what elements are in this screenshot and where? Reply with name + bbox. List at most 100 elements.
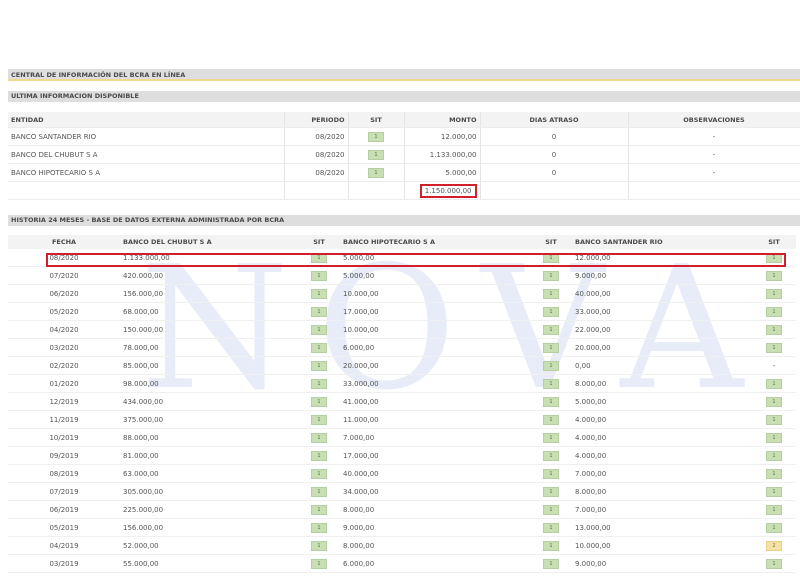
sit-badge: 1 (766, 486, 782, 497)
hipotecario-monto-cell: 17.000,00 (340, 302, 530, 321)
chubut-sit-cell: 1 (298, 410, 340, 429)
fecha-cell: 05/2020 (8, 302, 120, 321)
santander-sit-cell: 1 (752, 302, 796, 321)
hipotecario-sit-cell: 1 (530, 428, 572, 447)
history-row: 07/2020 420.000,00 1 5.000,00 1 9.000,00 1 (8, 266, 796, 285)
col-banco-hipotecario: BANCO HIPOTECARIO S A (340, 235, 530, 249)
hipotecario-sit-cell: 1 (530, 446, 572, 465)
empty-cell (284, 181, 349, 200)
sit-badge: 1 (766, 378, 782, 389)
fecha-cell: 05/2019 (8, 518, 120, 537)
hipotecario-sit-cell: 1 (530, 464, 572, 483)
sit-badge: 1 (311, 450, 327, 461)
sit-badge: 1 (311, 558, 327, 569)
chubut-monto-cell: 52.000,00 (120, 536, 298, 555)
summary-table: ENTIDAD PERIODO SIT MONTO DIAS ATRASO OB… (8, 112, 800, 200)
santander-sit-cell: 1 (752, 284, 796, 303)
chubut-sit-cell: 1 (298, 302, 340, 321)
santander-monto-cell: 22.000,00 (572, 320, 752, 339)
santander-sit-cell: 1 (752, 374, 796, 393)
chubut-monto-cell: 434.000,00 (120, 392, 298, 411)
report-title: CENTRAL DE INFORMACIÓN DEL BCRA EN LÍNEA (8, 69, 800, 81)
sit-badge: 1 (766, 450, 782, 461)
santander-monto-cell: 40.000,00 (572, 284, 752, 303)
monto-cell: 5.000,00 (404, 163, 481, 182)
observaciones-cell: - (628, 145, 800, 164)
hipotecario-monto-cell: 10.000,00 (340, 320, 530, 339)
history-row: 07/2019 305.000,00 1 34.000,00 1 8.000,00 1 (8, 482, 796, 501)
periodo-cell: 08/2020 (284, 145, 349, 164)
sit-badge: 1 (311, 396, 327, 407)
santander-monto-cell: 33.000,00 (572, 302, 752, 321)
santander-sit-cell: 1 (752, 392, 796, 411)
sit-badge: 1 (311, 468, 327, 479)
sit-badge: 1 (543, 522, 559, 533)
history-row: 04/2019 52.000,00 1 8.000,00 1 10.000,00 2 (8, 536, 796, 555)
hipotecario-sit-cell: 1 (530, 266, 572, 285)
chubut-sit-cell: 1 (298, 536, 340, 555)
sit-badge: 1 (766, 324, 782, 335)
fecha-cell: 04/2019 (8, 536, 120, 555)
periodo-cell: 08/2020 (284, 127, 349, 146)
santander-sit-cell: 1 (752, 428, 796, 447)
col-dias-atraso: DIAS ATRASO (480, 112, 629, 128)
santander-monto-cell: 4.000,00 (572, 410, 752, 429)
hipotecario-monto-cell: 40.000,00 (340, 464, 530, 483)
history-row: 03/2019 55.000,00 1 6.000,00 1 9.000,00 1 (8, 554, 796, 573)
santander-monto-cell: 7.000,00 (572, 500, 752, 519)
hipotecario-monto-cell: 33.000,00 (340, 374, 530, 393)
sit-badge: 1 (311, 378, 327, 389)
history-row: 03/2020 78.000,00 1 6.000,00 1 20.000,00 1 (8, 338, 796, 357)
hipotecario-sit-cell: 1 (530, 356, 572, 375)
history-row: 12/2019 434.000,00 1 41.000,00 1 5.000,00 1 (8, 392, 796, 411)
chubut-monto-cell: 63.000,00 (120, 464, 298, 483)
chubut-sit-cell: 1 (298, 518, 340, 537)
santander-monto-cell: 8.000,00 (572, 374, 752, 393)
chubut-monto-cell: 305.000,00 (120, 482, 298, 501)
hipotecario-sit-cell: 1 (530, 482, 572, 501)
santander-sit-cell: 1 (752, 338, 796, 357)
hipotecario-sit-cell: 1 (530, 302, 572, 321)
hipotecario-sit-cell: 1 (530, 536, 572, 555)
sit-badge: 1 (766, 342, 782, 353)
sit-badge: 1 (311, 288, 327, 299)
col-banco-chubut: BANCO DEL CHUBUT S A (120, 235, 298, 249)
santander-sit-cell: 1 (752, 482, 796, 501)
history-row: 05/2019 156.000,00 1 9.000,00 1 13.000,00 1 (8, 518, 796, 537)
sit-badge: 1 (766, 396, 782, 407)
sit-badge: 1 (311, 270, 327, 281)
hipotecario-monto-cell: 6.000,00 (340, 338, 530, 357)
sit-badge: 1 (368, 149, 384, 160)
observaciones-cell: - (628, 127, 800, 146)
hipotecario-monto-cell: 17.000,00 (340, 446, 530, 465)
fecha-cell: 08/2019 (8, 464, 120, 483)
chubut-monto-cell: 78.000,00 (120, 338, 298, 357)
empty-cell (8, 181, 285, 200)
fecha-cell: 07/2019 (8, 482, 120, 501)
sit-badge: 1 (766, 468, 782, 479)
monto-cell: 1.133.000,00 (404, 145, 481, 164)
empty-cell (628, 181, 800, 200)
entidad-cell: BANCO SANTANDER RIO (8, 127, 285, 146)
total-monto: 1.150.000,00 (419, 183, 477, 198)
highlight-latest-row (46, 253, 786, 267)
santander-sit-cell: 1 (752, 464, 796, 483)
chubut-sit-cell: 1 (298, 284, 340, 303)
hipotecario-monto-cell: 7.000,00 (340, 428, 530, 447)
santander-sit-cell: 1 (752, 446, 796, 465)
chubut-sit-cell: 1 (298, 428, 340, 447)
hipotecario-sit-cell: 1 (530, 410, 572, 429)
sit-cell: 1 (348, 127, 405, 146)
chubut-sit-cell: 1 (298, 374, 340, 393)
chubut-sit-cell: 1 (298, 320, 340, 339)
sit-badge: 1 (543, 306, 559, 317)
santander-monto-cell: 4.000,00 (572, 428, 752, 447)
fecha-cell: 12/2019 (8, 392, 120, 411)
periodo-cell: 08/2020 (284, 163, 349, 182)
sit-badge: 1 (766, 432, 782, 443)
chubut-sit-cell: 1 (298, 338, 340, 357)
history-row: 04/2020 150.000,00 1 10.000,00 1 22.000,00 1 (8, 320, 796, 339)
history-row: 02/2020 85.000,00 1 20.000,00 1 0,00 - (8, 356, 796, 375)
hipotecario-sit-cell: 1 (530, 284, 572, 303)
sit-badge: 1 (311, 360, 327, 371)
